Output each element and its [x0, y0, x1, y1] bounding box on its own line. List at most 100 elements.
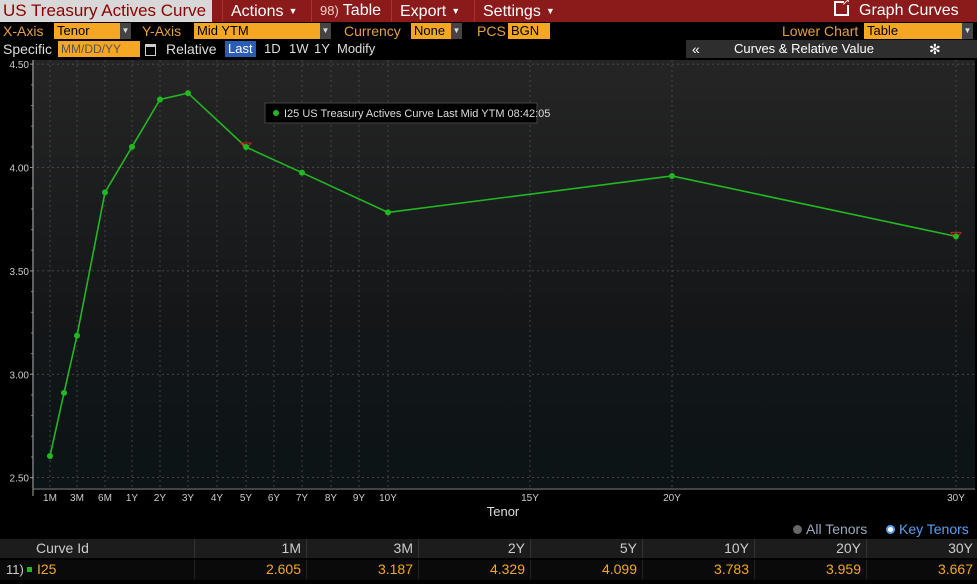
tooltip-dot [273, 110, 279, 116]
all-tenors-label: All Tenors [806, 521, 868, 537]
export-label: Export [400, 3, 447, 20]
key-tenors-radio[interactable]: Key Tenors [886, 521, 969, 537]
data-point [74, 332, 80, 339]
radio-off-icon [793, 525, 802, 534]
gear-icon[interactable]: ✻ [929, 40, 941, 58]
actions-label: Actions [231, 3, 284, 20]
lower-chart-dropdown-icon[interactable]: ▼ [962, 23, 973, 39]
x-tick-label: 1M [43, 493, 57, 504]
column-header-3m[interactable]: 3M [306, 539, 417, 558]
curve-id-header: Curve Id [36, 540, 89, 556]
table-header: Curve Id 1M 3M 2Y 5Y 10Y 20Y 30Y [0, 539, 977, 558]
cell-yield-20y: 3.959 [754, 560, 865, 579]
export-menu[interactable]: Export ▼ [391, 0, 468, 22]
x-axis: 1M 3M 6M 1Y 2Y 3Y 4Y 5Y 6Y 7Y 8Y 9Y 10Y 15Y 20Y 30Y [33, 488, 975, 504]
x-tick-label: 4Y [211, 493, 224, 504]
calendar-icon[interactable] [145, 44, 156, 56]
lower-chart-select[interactable]: Table [864, 23, 962, 39]
external-link-icon: ↗ [834, 0, 851, 16]
xaxis-select[interactable]: Tenor [54, 23, 120, 39]
data-point [185, 90, 191, 97]
column-header-1m[interactable]: 1M [194, 539, 305, 558]
window-title: US Treasury Actives Curve [0, 0, 213, 22]
data-point [47, 452, 53, 459]
1y-button[interactable]: 1Y [311, 41, 333, 57]
relative-label: Relative [166, 41, 217, 57]
1w-button[interactable]: 1W [286, 41, 312, 57]
plot-area [32, 60, 975, 488]
column-header-5y[interactable]: 5Y [530, 539, 641, 558]
table-shortcut: 98) [320, 3, 339, 18]
date-input[interactable]: MM/DD/YY [58, 41, 140, 57]
pcs-label: PCS [477, 23, 506, 39]
x-tick-label: 8Y [325, 493, 338, 504]
column-header-30y[interactable]: 30Y [866, 539, 977, 558]
date-row: Specific MM/DD/YY Relative Last 1D 1W 1Y… [0, 40, 977, 58]
data-point [669, 172, 675, 179]
xaxis-dropdown-icon[interactable]: ▼ [120, 23, 131, 39]
x-tick-label: 3Y [182, 493, 195, 504]
caret-down-icon: ▼ [545, 6, 555, 16]
lower-chart-label: Lower Chart [782, 23, 859, 39]
data-point [243, 144, 249, 151]
caret-down-icon: ▼ [288, 6, 298, 16]
y-axis: 2.50 3.00 3.50 4.00 4.50 [10, 60, 34, 496]
last-button[interactable]: Last [225, 41, 256, 57]
curves-panel-header: « Curves & Relative Value ✻ [686, 40, 977, 58]
settings-row: X-Axis Tenor ▼ Y-Axis Mid YTM ▼ Currency… [0, 22, 977, 40]
data-point [299, 169, 305, 176]
curve-chart[interactable]: 2.50 3.00 3.50 4.00 4.50 1M 3M 6M 1Y 2Y 3Y 4Y 5Y 6Y 7… [0, 58, 977, 520]
currency-label: Currency [344, 23, 401, 39]
table-label: Table [342, 2, 382, 19]
table-button[interactable]: 98) Table [311, 0, 389, 22]
cell-yield-3m: 3.187 [306, 560, 417, 579]
caret-down-icon: ▼ [451, 6, 461, 16]
y-tick-label: 2.50 [10, 474, 30, 485]
cell-yield-30y: 3.667 [866, 560, 977, 579]
specific-label: Specific [3, 41, 53, 57]
row-curve-id: I25 [37, 561, 57, 577]
cell-yield-1m: 2.605 [194, 560, 305, 579]
cell-yield-2y: 4.329 [418, 560, 529, 579]
column-header-20y[interactable]: 20Y [754, 539, 865, 558]
yaxis-select[interactable]: Mid YTM [194, 23, 320, 39]
x-tick-label: 15Y [521, 493, 539, 504]
data-point [953, 233, 959, 240]
x-tick-label: 7Y [296, 493, 309, 504]
data-point [61, 389, 67, 396]
x-tick-label: 10Y [379, 493, 397, 504]
pcs-input[interactable]: BGN [508, 23, 550, 39]
all-tenors-radio[interactable]: All Tenors [793, 521, 867, 537]
data-point [385, 209, 391, 216]
x-tick-label: 9Y [353, 493, 366, 504]
graph-curves-label: Graph Curves [859, 2, 959, 19]
data-point [129, 143, 135, 150]
panel-title: Curves & Relative Value [734, 41, 874, 56]
actions-menu[interactable]: Actions ▼ [222, 0, 305, 22]
column-header-10y[interactable]: 10Y [642, 539, 753, 558]
modify-button[interactable]: Modify [334, 41, 378, 57]
currency-dropdown-icon[interactable]: ▼ [451, 23, 462, 39]
x-tick-label: 30Y [947, 493, 965, 504]
column-header-2y[interactable]: 2Y [418, 539, 529, 558]
data-point [157, 96, 163, 103]
settings-label: Settings [483, 3, 541, 20]
chart-svg: 2.50 3.00 3.50 4.00 4.50 1M 3M 6M 1Y 2Y 3Y 4Y 5Y 6Y 7… [10, 60, 975, 519]
settings-menu[interactable]: Settings ▼ [474, 0, 563, 22]
x-tick-label: 6M [98, 493, 112, 504]
currency-select[interactable]: None [411, 23, 451, 39]
x-tick-label: 20Y [663, 493, 681, 504]
y-tick-label: 3.50 [10, 267, 30, 278]
y-tick-label: 4.50 [10, 60, 30, 71]
1d-button[interactable]: 1D [261, 41, 284, 57]
yaxis-dropdown-icon[interactable]: ▼ [320, 23, 331, 39]
radio-on-icon [886, 525, 895, 534]
yaxis-label: Y-Axis [142, 23, 182, 39]
y-tick-label: 4.00 [10, 164, 30, 175]
x-tick-label: 3M [70, 493, 84, 504]
tooltip: I25 US Treasury Actives Curve Last Mid Y… [264, 102, 550, 124]
x-tick-label: 6Y [268, 493, 281, 504]
graph-curves-button[interactable]: ↗ Graph Curves [826, 0, 967, 22]
table-row[interactable]: 11) I25 2.605 3.187 4.329 4.099 3.783 3.959 3.… [0, 560, 977, 580]
collapse-arrow-icon[interactable]: « [692, 40, 700, 58]
